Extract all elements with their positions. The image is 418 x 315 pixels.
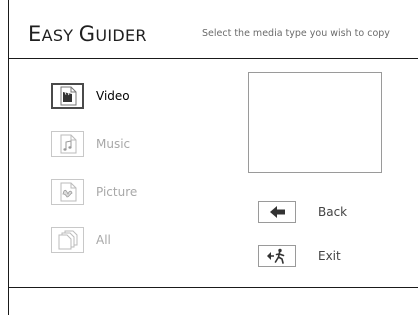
exit-label: Exit (318, 249, 341, 263)
media-type-music[interactable]: Music (51, 129, 191, 159)
app-title: EASY GUIDER (28, 22, 147, 46)
media-label: Picture (96, 185, 138, 199)
instruction-text: Select the media type you wish to copy (202, 28, 390, 39)
exit-button[interactable]: Exit (258, 244, 398, 268)
exit-icon (258, 245, 296, 267)
back-arrow-icon (258, 201, 296, 223)
picture-icon (51, 179, 84, 205)
media-label: Video (96, 89, 130, 103)
music-note-icon (51, 131, 84, 157)
all-media-icon (51, 227, 84, 253)
video-clapper-icon (51, 83, 84, 109)
back-button[interactable]: Back (258, 200, 398, 224)
preview-pane (248, 72, 382, 173)
footer-divider (8, 287, 418, 288)
media-label: All (96, 233, 111, 247)
media-type-picture[interactable]: Picture (51, 177, 191, 207)
back-label: Back (318, 205, 348, 219)
media-type-video[interactable]: Video (51, 81, 191, 111)
media-type-all[interactable]: All (51, 225, 191, 255)
header: EASY GUIDER Select the media type you wi… (8, 0, 418, 59)
media-label: Music (96, 137, 131, 151)
